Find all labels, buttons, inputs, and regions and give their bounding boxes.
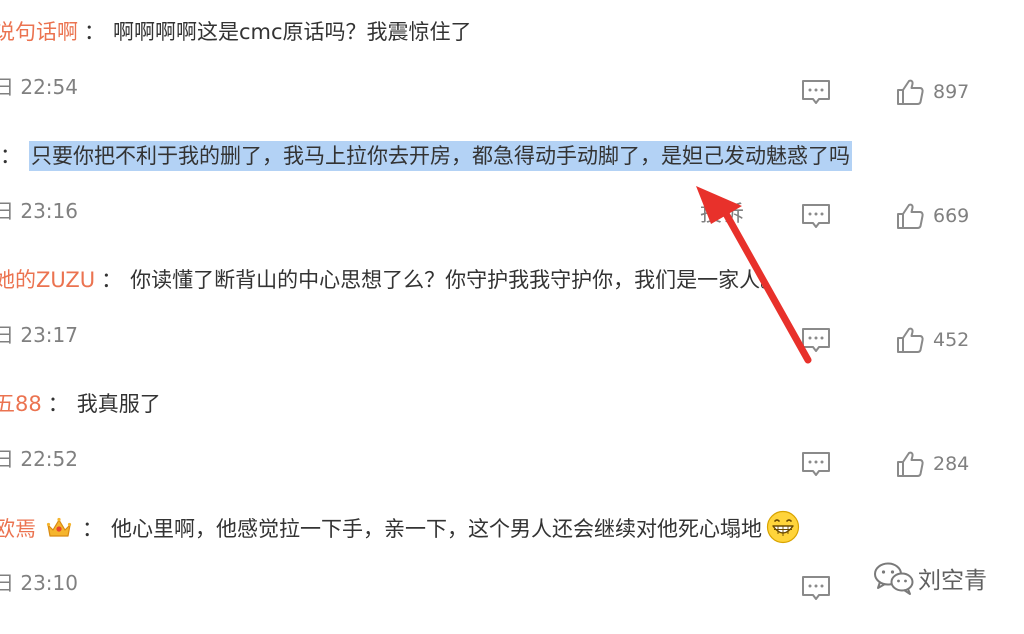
comment-username[interactable]: 说句话啊 [0, 20, 78, 44]
grinning-emoji-icon [766, 510, 800, 544]
crown-badge-icon [46, 517, 72, 537]
like-button[interactable]: 284 [895, 448, 969, 480]
comment-reply-icon[interactable] [800, 78, 832, 108]
comment-colon: ： [0, 144, 21, 168]
thumbs-up-icon [897, 79, 924, 105]
comment-colon: ： [101, 268, 123, 292]
thumbs-up-icon [897, 327, 924, 353]
comment-time: 日 22:52 [0, 447, 78, 471]
comment-text: 我真服了 [76, 392, 161, 416]
comment-time: 日 22:54 [0, 75, 78, 99]
comment-reply-icon[interactable] [800, 202, 832, 232]
comment-item: 她的ZUZU： 你读懂了断背山的中心思想了么？你守护我我守护你，我们是一家人。 日… [0, 262, 1024, 386]
like-button[interactable]: 897 [895, 76, 969, 108]
like-button[interactable]: 669 [895, 200, 969, 232]
thumbs-up-icon [897, 203, 924, 229]
comment-text: 他心里啊，他感觉拉一下手，亲一下，这个男人还会继续对他死心塌地 [111, 517, 762, 541]
comment-reply-icon[interactable] [800, 326, 832, 356]
comment-line: 五88： 我真服了 [0, 386, 161, 422]
comment-colon: ： [84, 20, 105, 44]
like-count: 669 [933, 205, 970, 227]
like-button[interactable]: 452 [895, 324, 969, 356]
wechat-watermark: 刘空青 [872, 560, 987, 596]
comment-item: ： 只要你把不利于我的删了，我马上拉你去开房，都急得动手动脚了，是妲己发动魅惑了吗… [0, 138, 1024, 262]
comment-colon: ： [82, 517, 103, 541]
comment-colon: ： [47, 392, 69, 416]
comment-text: 你读懂了断背山的中心思想了么？你守护我我守护你，我们是一家人。 [130, 268, 782, 292]
comment-time: 日 23:10 [0, 571, 78, 595]
like-count: 897 [933, 81, 970, 103]
like-count: 284 [933, 453, 970, 475]
comment-text: 啊啊啊啊这是cmc原话吗？我震惊住了 [113, 20, 472, 44]
comment-reply-icon[interactable] [800, 574, 832, 604]
comment-item: 说句话啊： 啊啊啊啊这是cmc原话吗？我震惊住了 日 22:54 897 [0, 14, 1024, 138]
wechat-logo-icon [874, 562, 914, 595]
comment-username[interactable]: 她的ZUZU [0, 268, 95, 292]
thumbs-up-icon [897, 451, 924, 477]
comment-reply-icon[interactable] [800, 450, 832, 480]
comment-username[interactable]: 五88 [0, 392, 42, 416]
comment-line: 她的ZUZU： 你读懂了断背山的中心思想了么？你守护我我守护你，我们是一家人。 [0, 262, 781, 298]
comment-username[interactable]: 欧焉 [0, 517, 36, 541]
watermark-text: 刘空青 [918, 568, 987, 594]
comment-item: 欧焉 ： 他心里啊，他感觉拉一下手，亲一下，这个男人还会继续对他死心塌地 日 23… [0, 510, 1024, 634]
comment-time: 日 23:16 [0, 199, 78, 223]
comment-line: 欧焉 ： 他心里啊，他感觉拉一下手，亲一下，这个男人还会继续对他死心塌地 [0, 510, 800, 546]
comment-text-selected: 只要你把不利于我的删了，我马上拉你去开房，都急得动手动脚了，是妲己发动魅惑了吗 [29, 141, 852, 171]
comment-line: ： 只要你把不利于我的删了，我马上拉你去开房，都急得动手动脚了，是妲己发动魅惑了吗 [0, 138, 852, 174]
comment-line: 说句话啊： 啊啊啊啊这是cmc原话吗？我震惊住了 [0, 14, 472, 50]
like-count: 452 [933, 329, 970, 351]
comment-item: 五88： 我真服了 日 22:52 284 [0, 386, 1024, 510]
comment-time: 日 23:17 [0, 323, 78, 347]
report-link[interactable]: 投诉 [700, 200, 744, 230]
